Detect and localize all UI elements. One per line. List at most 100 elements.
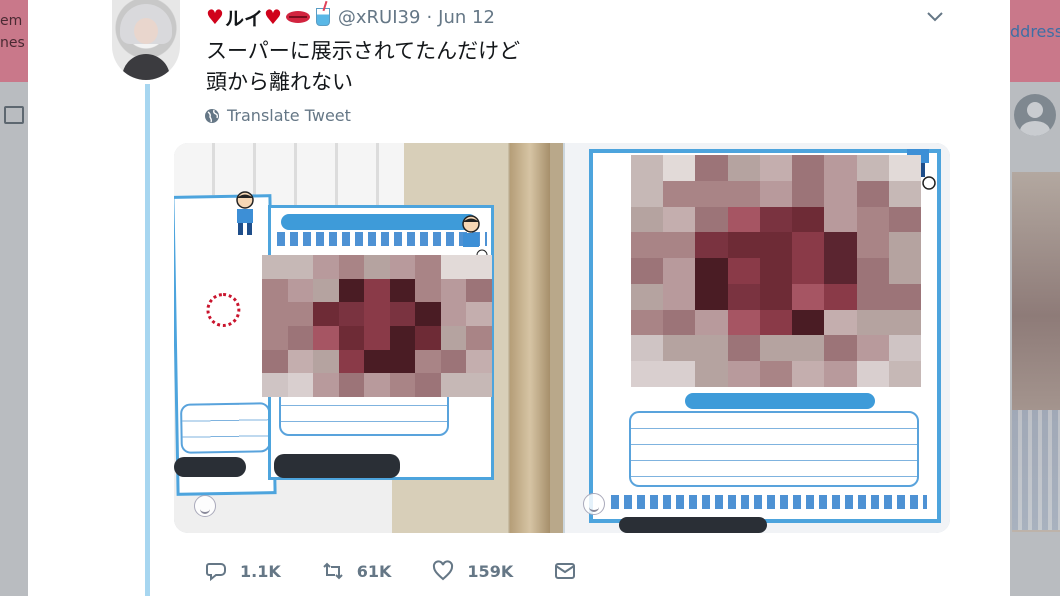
background-drawing-strip (1012, 410, 1060, 530)
mosaic-pixel (415, 302, 441, 326)
mosaic-pixel (856, 155, 889, 181)
mosaic-pixel (631, 283, 664, 310)
user-handle[interactable]: @xRUI39 (338, 7, 421, 28)
retweet-button[interactable]: 61K (321, 559, 391, 583)
background-left-text-line: nes (0, 35, 25, 51)
mosaic-pixel (287, 349, 314, 374)
heart-icon: ♥ (263, 5, 282, 29)
globe-icon (205, 108, 219, 123)
mosaic-pixel (792, 309, 825, 336)
redaction-bar (274, 454, 400, 478)
mosaic-pixel (466, 349, 492, 374)
mosaic-pixel (888, 361, 921, 387)
mosaic-pixel (631, 309, 664, 336)
mosaic-pixel (727, 258, 760, 284)
mosaic-pixel (792, 180, 825, 207)
mosaic-pixel (663, 155, 696, 181)
mosaic-pixel (695, 180, 728, 207)
mosaic-pixel (824, 206, 857, 233)
mosaic-pixel (338, 325, 365, 350)
avatar-face (134, 18, 158, 44)
direct-message-button[interactable] (553, 559, 589, 583)
mosaic-pixel (262, 255, 288, 279)
mosaic-pixel (313, 278, 339, 303)
wall-pillar (510, 143, 550, 533)
mosaic-pixel (389, 349, 416, 374)
chevron-down-icon[interactable] (926, 10, 944, 24)
mosaic-pixel (313, 255, 339, 279)
avatar[interactable] (112, 0, 180, 80)
mosaic-pixel (338, 278, 365, 303)
mosaic-pixel (466, 373, 492, 397)
pixelated-face (262, 255, 492, 397)
mosaic-pixel (792, 232, 825, 259)
mosaic-pixel (856, 232, 889, 259)
mosaic-pixel (856, 283, 889, 310)
mosaic-pixel (440, 302, 467, 326)
display-name[interactable]: ♥ ルイ ♥ (206, 4, 330, 31)
tweet-text-line: スーパーに展示されてたんだけど (206, 39, 521, 63)
smiley-sticker-icon (194, 495, 216, 517)
mosaic-pixel (727, 232, 760, 259)
mosaic-pixel (389, 325, 416, 350)
translate-tweet-link[interactable]: Translate Tweet (204, 106, 351, 125)
mosaic-pixel (287, 302, 314, 326)
mosaic-pixel (759, 232, 793, 259)
mosaic-pixel (313, 349, 339, 374)
mosaic-pixel (824, 180, 857, 207)
mosaic-pixel (727, 309, 760, 336)
mosaic-pixel (759, 283, 793, 310)
mosaic-pixel (389, 255, 416, 279)
mosaic-pixel (888, 180, 921, 207)
mosaic-pixel (364, 255, 390, 279)
drink-icon (315, 8, 330, 26)
mosaic-pixel (338, 302, 365, 326)
mosaic-pixel (338, 373, 365, 397)
mosaic-pixel (759, 258, 793, 284)
mosaic-pixel (262, 325, 288, 350)
red-scribble (206, 292, 241, 328)
mosaic-pixel (888, 232, 921, 259)
mosaic-pixel (888, 155, 921, 181)
mosaic-pixel (824, 335, 857, 362)
mosaic-pixel (466, 325, 492, 350)
mosaic-pixel (759, 180, 793, 207)
photo-1[interactable] (174, 143, 563, 533)
mosaic-pixel (856, 206, 889, 233)
mosaic-pixel (631, 155, 664, 181)
like-icon (433, 560, 454, 581)
redaction-bar (174, 457, 246, 477)
mosaic-pixel (287, 373, 314, 397)
like-button[interactable]: 159K (431, 559, 513, 583)
mosaic-pixel (856, 180, 889, 207)
mosaic-pixel (727, 155, 760, 181)
mosaic-pixel (262, 278, 288, 303)
mosaic-pixel (440, 373, 467, 397)
mosaic-pixel (695, 155, 728, 181)
avatar-body (122, 54, 170, 80)
board-message-header (685, 393, 875, 409)
tweet-media (174, 143, 950, 533)
mosaic-pixel (313, 373, 339, 397)
mosaic-pixel (759, 335, 793, 362)
mosaic-pixel (759, 155, 793, 181)
mosaic-pixel (466, 302, 492, 326)
tweet-actions: 1.1K 61K 159K (204, 556, 629, 586)
mosaic-pixel (695, 335, 728, 362)
mosaic-pixel (856, 309, 889, 336)
background-avatar-icon (1014, 94, 1056, 136)
mosaic-pixel (856, 335, 889, 362)
tweet-date[interactable]: Jun 12 (438, 7, 495, 28)
mosaic-pixel (663, 335, 696, 362)
mosaic-pixel (440, 278, 467, 303)
mosaic-pixel (695, 232, 728, 259)
mosaic-pixel (631, 232, 664, 259)
mosaic-pixel (415, 325, 441, 350)
mosaic-pixel (727, 283, 760, 310)
reply-button[interactable]: 1.1K (204, 559, 281, 583)
photo-2[interactable] (565, 143, 950, 533)
mosaic-pixel (364, 325, 390, 350)
pixelated-face (631, 155, 921, 387)
mosaic-pixel (466, 255, 492, 279)
mosaic-pixel (824, 258, 857, 284)
